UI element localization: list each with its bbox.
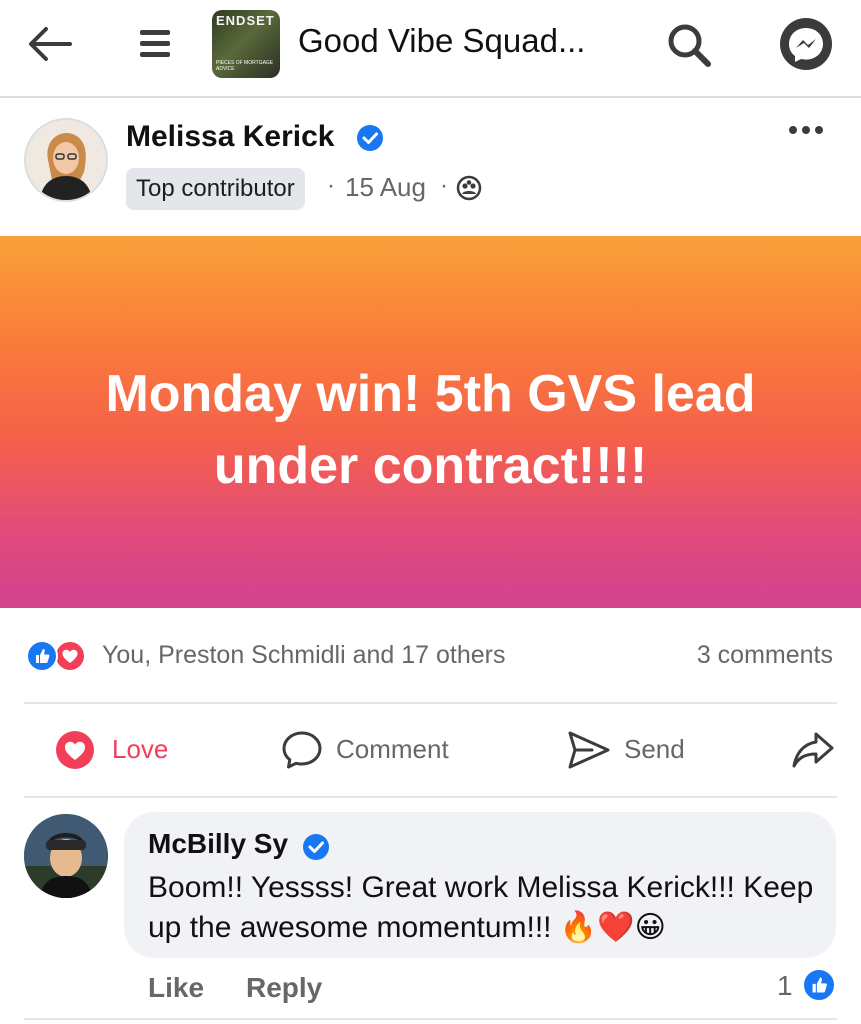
comment-like-count[interactable]: 1 [777,970,793,1002]
separator-dot: · [440,172,448,199]
verified-badge-icon [356,124,384,152]
divider [24,796,837,798]
commenter-avatar[interactable] [24,814,108,898]
like-reaction-icon [26,640,58,672]
group-thumb-title: ENDSET [216,13,275,28]
author-avatar[interactable] [24,118,108,202]
commenter-name[interactable]: McBilly Sy [148,828,288,860]
group-cover-thumbnail[interactable]: ENDSET PIECES OF MORTGAGE ADVICE [212,10,280,78]
love-button[interactable]: Love [112,734,168,765]
comment-like-button[interactable]: Like [148,972,204,1004]
verified-badge-icon [302,833,330,861]
group-thumb-subtitle: PIECES OF MORTGAGE ADVICE [216,60,274,72]
post-date[interactable]: 15 Aug [345,172,426,203]
comment-text: Boom!! Yessss! Great work Melissa Kerick… [148,871,814,944]
share-arrow-icon[interactable] [790,728,836,772]
send-button[interactable]: Send [624,734,685,765]
menu-icon[interactable] [136,26,176,62]
post-banner-text: Monday win! 5th GVS lead under contract!… [105,365,756,495]
comments-count[interactable]: 3 comments [697,641,833,670]
top-contributor-badge[interactable]: Top contributor [126,168,305,210]
separator-dot: · [327,172,335,199]
author-name[interactable]: Melissa Kerick [126,120,334,154]
group-name-title[interactable]: Good Vibe Squad... [298,22,585,60]
love-reaction-icon [54,640,86,672]
comment-button[interactable]: Comment [336,734,449,765]
send-icon[interactable] [566,728,612,772]
divider [24,702,837,704]
back-arrow-icon[interactable] [26,24,74,64]
comment-reply-button[interactable]: Reply [246,972,322,1004]
like-reaction-icon [802,968,836,1002]
messenger-icon[interactable] [780,18,832,70]
more-options-icon[interactable] [786,118,826,142]
love-button-icon[interactable] [54,729,96,771]
audience-group-icon [456,175,482,201]
divider [24,1018,837,1020]
search-icon[interactable] [664,20,714,70]
comment-bubble-icon[interactable] [280,728,324,772]
reactions-summary[interactable]: You, Preston Schmidli and 17 others [102,641,506,670]
